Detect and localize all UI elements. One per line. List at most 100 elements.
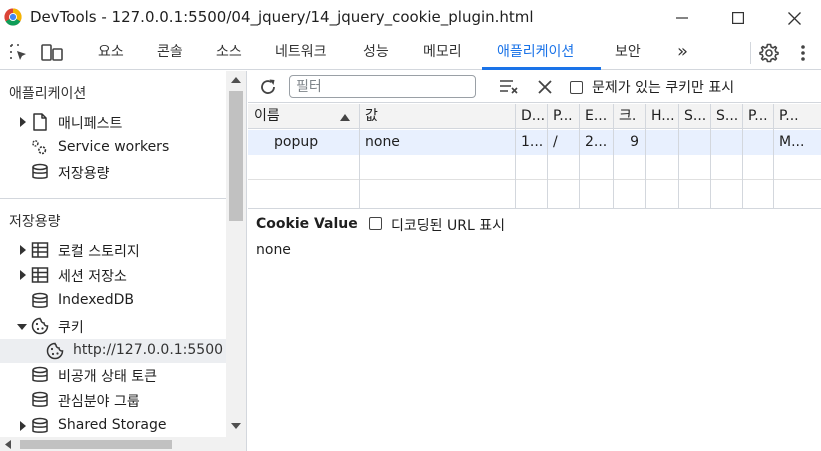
column-priority[interactable]: P...: [773, 104, 821, 129]
cell-expires: 2...: [585, 134, 608, 150]
table-grid-icon: [31, 267, 49, 283]
cookies-panel: 문제가 있는 쿠키만 표시 이름 값 D... P... E... 크. H..…: [248, 71, 821, 451]
column-divider: [515, 104, 516, 209]
inspect-element-button[interactable]: [7, 41, 31, 65]
sidebar-item-label: 세션 저장소: [58, 269, 127, 285]
cell-partition-key: [742, 130, 773, 155]
sidebar-item-storage[interactable]: 저장용량: [0, 160, 226, 184]
tab-elements[interactable]: 요소: [98, 36, 124, 70]
tab-performance[interactable]: 성능: [363, 36, 389, 70]
scroll-up-icon[interactable]: [231, 76, 241, 84]
application-sidebar: 애플리케이션 매니페스트 Service workers 저장용량 저장용량 로…: [0, 71, 247, 451]
database-icon: [32, 163, 48, 179]
more-options-button[interactable]: [791, 41, 815, 65]
cell-name: popup: [274, 134, 319, 150]
expand-arrow-icon: [20, 270, 26, 280]
collapse-arrow-icon: [17, 324, 27, 330]
minimize-button[interactable]: [654, 0, 710, 36]
chrome-logo-icon: [4, 8, 22, 26]
database-icon: [32, 366, 48, 382]
sidebar-item-label: 비공개 상태 토큰: [58, 369, 158, 385]
column-size[interactable]: 크.: [613, 104, 645, 129]
inspect-icon: [10, 44, 26, 60]
toolbar-divider: [750, 42, 751, 64]
sidebar-item-indexeddb[interactable]: IndexedDB: [0, 289, 226, 313]
cookies-toolbar: 문제가 있는 쿠키만 표시: [248, 71, 821, 103]
cell-samesite: [710, 130, 742, 155]
maximize-button[interactable]: [710, 0, 766, 36]
sidebar-item-session-storage[interactable]: 세션 저장소: [0, 263, 226, 287]
gears-icon: [32, 140, 47, 155]
column-partition-key[interactable]: P...: [742, 104, 773, 129]
cell-size: 9: [630, 134, 639, 150]
cookie-value-text: none: [256, 242, 291, 258]
kebab-menu-icon: [801, 45, 805, 61]
tab-console[interactable]: 콘솔: [157, 36, 183, 70]
clear-filtered-icon[interactable]: [499, 78, 519, 96]
tab-application[interactable]: 애플리케이션: [497, 36, 574, 70]
sidebar-item-manifest[interactable]: 매니페스트: [0, 110, 226, 134]
filter-input[interactable]: [289, 75, 476, 98]
column-value[interactable]: 값: [359, 104, 515, 129]
minimize-icon: [676, 17, 688, 19]
column-divider: [613, 104, 614, 209]
table-row-empty: [248, 155, 821, 180]
cookies-table: 이름 값 D... P... E... 크. H... S... S... P.…: [248, 104, 821, 209]
sidebar-item-label: 매니페스트: [58, 116, 123, 132]
table-row[interactable]: popup none 1... / 2... 9 M...: [248, 130, 821, 155]
device-toolbar-button[interactable]: [40, 41, 64, 65]
sidebar-item-private-state-tokens[interactable]: 비공개 상태 토큰: [0, 363, 226, 387]
database-icon: [32, 417, 48, 433]
column-divider: [773, 104, 774, 209]
close-button[interactable]: [766, 0, 821, 36]
column-secure[interactable]: S...: [678, 104, 710, 129]
sidebar-item-local-storage[interactable]: 로컬 스토리지: [0, 238, 226, 262]
sidebar-item-label: 쿠키: [58, 320, 84, 336]
active-tab-indicator: [482, 67, 601, 70]
column-samesite[interactable]: S...: [710, 104, 742, 129]
cell-priority: M...: [779, 134, 805, 150]
scroll-down-icon[interactable]: [231, 422, 241, 430]
tab-network[interactable]: 네트워크: [275, 36, 327, 70]
cookie-icon: [31, 317, 49, 335]
sort-ascending-icon: [340, 114, 350, 121]
sidebar-vertical-scroll-thumb[interactable]: [229, 91, 243, 221]
show-decoded-url-label: 디코딩된 URL 표시: [391, 218, 505, 234]
tab-sources[interactable]: 소스: [216, 36, 242, 70]
cookie-value-heading: Cookie Value: [256, 216, 358, 232]
more-tabs-button[interactable]: »: [677, 36, 688, 70]
table-grid-icon: [31, 242, 49, 258]
tab-security[interactable]: 보안: [615, 36, 641, 70]
cell-domain: 1...: [521, 134, 544, 150]
sidebar-item-cookie-origin[interactable]: http://127.0.0.1:5500: [0, 339, 226, 363]
sidebar-item-label: 관심분야 그룹: [58, 394, 140, 410]
column-domain[interactable]: D...: [515, 104, 547, 129]
devtools-tabbar: 요소 콘솔 소스 네트워크 성능 메모리 애플리케이션 보안 »: [0, 36, 821, 70]
sidebar-item-label: http://127.0.0.1:5500: [73, 342, 224, 358]
sidebar-item-service-workers[interactable]: Service workers: [0, 136, 226, 160]
cell-path: /: [553, 134, 558, 150]
column-path[interactable]: P...: [547, 104, 579, 129]
refresh-icon[interactable]: [258, 77, 278, 97]
sidebar-divider: [0, 198, 226, 199]
scroll-left-icon[interactable]: [4, 440, 12, 449]
sidebar-item-label: 로컬 스토리지: [58, 244, 140, 260]
show-decoded-url-checkbox[interactable]: [369, 217, 382, 230]
column-expires[interactable]: E...: [579, 104, 613, 129]
delete-all-icon[interactable]: [538, 80, 552, 94]
sidebar-horizontal-scroll-thumb[interactable]: [20, 440, 172, 449]
table-header: 이름 값 D... P... E... 크. H... S... S... P.…: [248, 104, 821, 129]
only-issues-label: 문제가 있는 쿠키만 표시: [592, 80, 735, 96]
sidebar-item-shared-storage[interactable]: Shared Storage: [0, 414, 226, 438]
cookie-icon: [46, 342, 64, 360]
column-httponly[interactable]: H...: [645, 104, 678, 129]
only-issues-checkbox[interactable]: [570, 81, 583, 94]
tab-memory[interactable]: 메모리: [423, 36, 462, 70]
column-divider: [710, 104, 711, 209]
expand-arrow-icon: [20, 117, 26, 127]
column-divider: [645, 104, 646, 209]
window-titlebar: DevTools - 127.0.0.1:5500/04_jquery/14_j…: [0, 0, 821, 36]
sidebar-item-cookies[interactable]: 쿠키: [0, 314, 226, 338]
settings-button[interactable]: [757, 41, 781, 65]
sidebar-item-interest-groups[interactable]: 관심분야 그룹: [0, 388, 226, 412]
